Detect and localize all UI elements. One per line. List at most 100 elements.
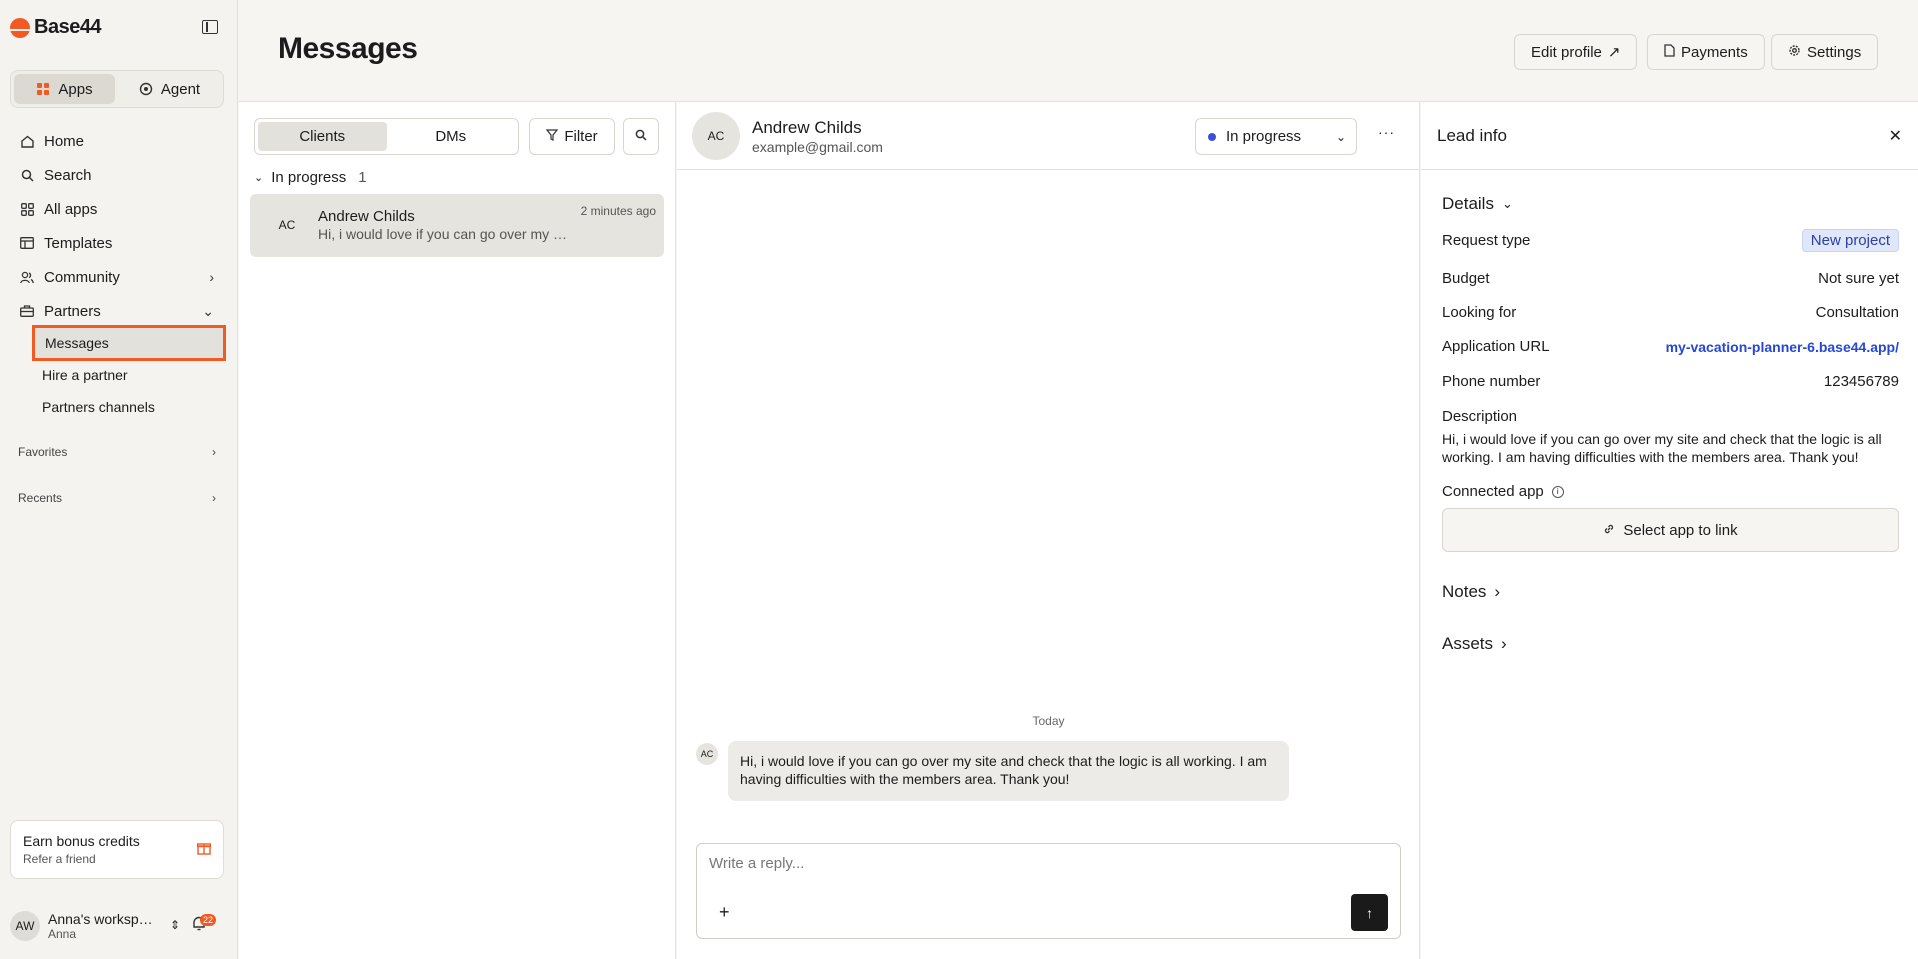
app-name: Base44 [34, 16, 102, 38]
assets-label: Assets [1442, 634, 1494, 653]
workspace-user: Anna [48, 927, 77, 941]
sidebar-item-label: Search [44, 166, 92, 184]
application-url-link[interactable]: my-vacation-planner-6.base44.app/ [1666, 339, 1899, 355]
tab-dms[interactable]: DMs [387, 122, 516, 151]
reply-input[interactable] [709, 852, 1309, 874]
document-icon [1664, 43, 1675, 61]
avatar: AC [696, 743, 718, 765]
edit-profile-label: Edit profile [1531, 43, 1602, 61]
send-button[interactable]: ↑ [1351, 894, 1388, 931]
settings-label: Settings [1807, 43, 1862, 61]
lead-title: Lead info [1437, 126, 1507, 145]
status-value: In progress [1226, 128, 1302, 145]
page-header: Messages Edit profile ↗ Payments Setting… [239, 0, 1918, 102]
link-icon [1603, 522, 1615, 539]
sidebar-item-templates[interactable]: Templates [10, 226, 224, 260]
chevron-right-icon: › [212, 491, 216, 505]
sidebar-item-partners-channels[interactable]: Partners channels [32, 389, 226, 425]
group-header-in-progress[interactable]: ⌄ In progress 1 [254, 169, 367, 186]
app-logo[interactable]: Base44 [10, 16, 102, 39]
sidebar-item-label: Partners channels [42, 399, 155, 415]
sidebar-item-community[interactable]: Community › [10, 260, 224, 294]
payments-button[interactable]: Payments [1647, 34, 1765, 70]
sidebar-item-label: All apps [44, 200, 98, 218]
mode-switch: Apps Agent [10, 70, 224, 108]
search-icon [20, 168, 34, 182]
conversation-name: Andrew Childs [318, 208, 415, 225]
info-icon[interactable]: i [1551, 485, 1564, 498]
sidebar-item-search[interactable]: Search [10, 158, 224, 192]
description-text: Hi, i would love if you can go over my s… [1442, 431, 1882, 465]
tab-clients[interactable]: Clients [258, 122, 387, 151]
details-section-toggle[interactable]: Details ⌄ [1442, 194, 1513, 214]
field-budget: Budget Not sure yet [1442, 270, 1899, 287]
close-icon[interactable]: ✕ [1889, 126, 1902, 146]
templates-icon [20, 236, 34, 250]
sidebar-item-all-apps[interactable]: All apps [10, 192, 224, 226]
avatar: AW [10, 911, 40, 941]
sidebar-item-messages[interactable]: Messages [32, 325, 226, 361]
field-looking-for: Looking for Consultation [1442, 304, 1899, 321]
field-label: Request type [1442, 232, 1531, 249]
chevron-down-icon: ⌄ [1335, 129, 1346, 144]
field-label: Application URL [1442, 338, 1550, 355]
filter-icon [546, 128, 559, 145]
message-bubble: Hi, i would love if you can go over my s… [728, 741, 1289, 801]
more-options-icon[interactable]: ··· [1378, 124, 1395, 140]
notes-section-toggle[interactable]: Notes › [1442, 582, 1500, 602]
tab-agent[interactable]: Agent [119, 74, 220, 104]
sidebar-item-home[interactable]: Home [10, 124, 224, 158]
favorites-section[interactable]: Favorites › [18, 445, 216, 459]
external-link-icon: ↗ [1607, 44, 1621, 61]
details-label: Details [1442, 194, 1494, 213]
field-application-url: Application URL my-vacation-planner-6.ba… [1442, 338, 1899, 355]
sidebar-item-hire-a-partner[interactable]: Hire a partner [32, 357, 226, 393]
group-count: 1 [358, 169, 367, 186]
arrow-up-icon: ↑ [1366, 904, 1373, 921]
select-app-label: Select app to link [1623, 521, 1738, 539]
field-request-type: Request type New project [1442, 229, 1899, 252]
status-dot-icon [1208, 132, 1216, 141]
assets-section-toggle[interactable]: Assets › [1442, 634, 1507, 654]
workspace-name: Anna's worksp… [48, 911, 153, 927]
select-app-button[interactable]: Select app to link [1442, 508, 1899, 552]
notes-label: Notes [1442, 582, 1487, 601]
sidebar-toggle-icon[interactable] [202, 20, 218, 34]
settings-button[interactable]: Settings [1771, 34, 1879, 70]
chevron-up-down-icon: ⇕ [170, 918, 181, 932]
filter-label: Filter [564, 128, 598, 145]
request-type-badge: New project [1801, 229, 1899, 252]
earn-title: Earn bonus credits [23, 833, 140, 849]
edit-profile-button[interactable]: Edit profile ↗ [1514, 34, 1638, 70]
field-label: Looking for [1442, 304, 1517, 321]
avatar: AC [692, 112, 740, 160]
sidebar-item-partners[interactable]: Partners ⌄ [10, 294, 224, 328]
agent-icon [139, 82, 153, 96]
chevron-right-icon: › [1501, 634, 1507, 653]
list-tabs: Clients DMs [254, 118, 519, 155]
recents-section[interactable]: Recents › [18, 491, 216, 505]
earn-credits-card[interactable]: Earn bonus credits Refer a friend [10, 820, 224, 879]
field-label: Phone number [1442, 373, 1541, 390]
add-attachment-icon[interactable]: + [719, 902, 730, 923]
filter-button[interactable]: Filter [529, 118, 615, 155]
chevron-down-icon: ⌄ [1501, 196, 1513, 211]
chevron-down-icon: ⌄ [254, 172, 264, 184]
tab-apps[interactable]: Apps [14, 74, 115, 104]
sidebar-item-label: Messages [45, 335, 109, 351]
community-icon [20, 270, 34, 284]
base44-logo-icon [10, 17, 30, 38]
grid-icon [20, 202, 34, 216]
avatar: AC [278, 218, 296, 232]
status-select[interactable]: In progress ⌄ [1195, 118, 1357, 155]
search-button[interactable] [623, 118, 659, 155]
conversation-time: 2 minutes ago [580, 204, 656, 218]
description-label: Description [1442, 408, 1518, 425]
gift-icon [196, 841, 212, 859]
list-item[interactable]: AC Andrew Childs Hi, i would love if you… [250, 194, 664, 257]
notification-count-badge: 22 [200, 914, 217, 926]
field-value: 123456789 [1823, 373, 1899, 390]
search-icon [635, 129, 647, 144]
chevron-right-icon: › [209, 269, 214, 285]
sidebar: Base44 Apps Agent Home Search All apps T… [0, 0, 238, 959]
